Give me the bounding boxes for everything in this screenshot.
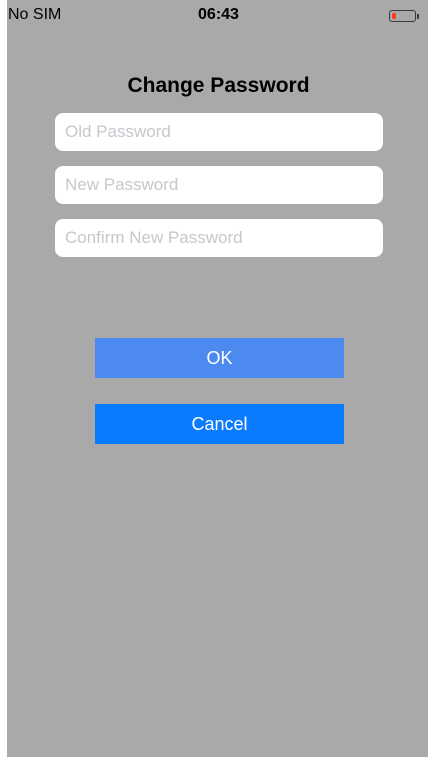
change-password-screen: No SIM 06:43 Change Password OK Cancel [7,0,428,757]
battery-low-icon [389,10,416,22]
battery-level [392,13,396,19]
old-password-field[interactable] [55,113,383,151]
confirm-password-field[interactable] [55,219,383,257]
battery-tip [417,14,419,19]
page-title: Change Password [127,74,310,97]
status-bar: No SIM 06:43 [7,0,428,32]
new-password-field[interactable] [55,166,383,204]
ok-button[interactable]: OK [95,338,344,378]
status-time: 06:43 [198,6,239,23]
cancel-button[interactable]: Cancel [95,404,344,444]
